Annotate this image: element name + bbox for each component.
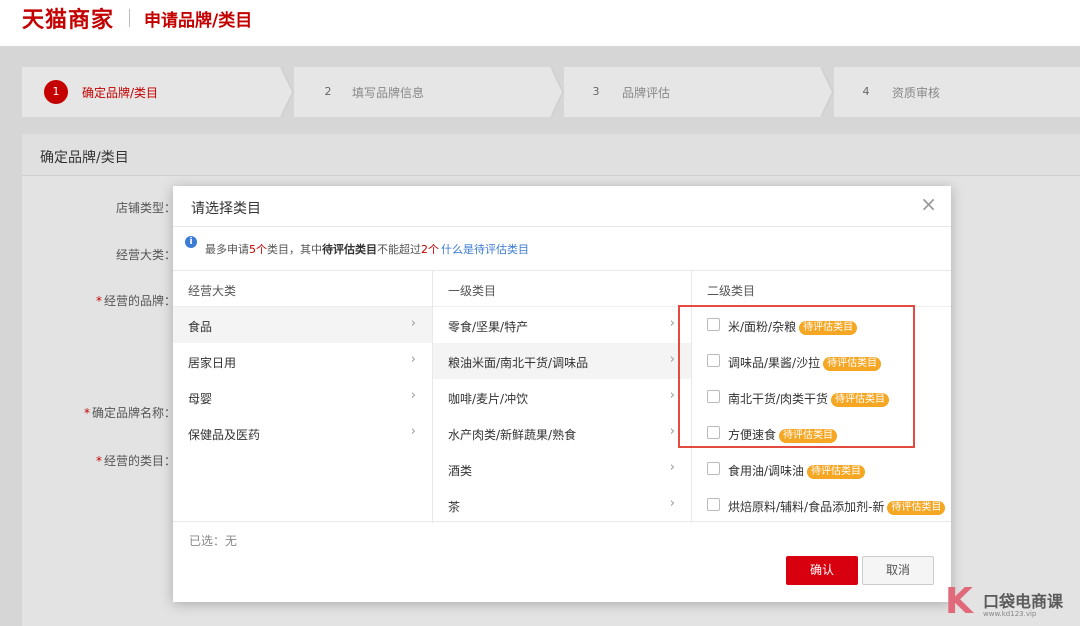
step-1-number: 1: [44, 80, 68, 104]
chevron-right-icon: ›: [669, 424, 675, 439]
step-3: 3 品牌评估: [564, 67, 820, 117]
notice-text: 最多申请5个类目，其中待评估类目不能超过2个: [205, 243, 439, 256]
column-header: 一级类目: [433, 271, 691, 307]
tmall-merchant-logo[interactable]: 天猫商家: [22, 2, 114, 34]
category-checkbox[interactable]: [707, 498, 720, 511]
step-4: 4 资质审核: [834, 67, 1080, 117]
panel-title: 确定品牌/类目: [40, 150, 129, 166]
level1-category-item[interactable]: 粮油米面/南北干货/调味品 ›: [433, 343, 691, 379]
level1-category-item[interactable]: 零食/坚果/特产 ›: [433, 307, 691, 343]
chevron-right-icon: ›: [410, 352, 416, 367]
level1-category-item[interactable]: 水产肉类/新鲜蔬果/熟食 ›: [433, 415, 691, 451]
step-2-label: 填写品牌信息: [352, 86, 425, 100]
step-arrow: [550, 67, 562, 117]
main-category-list: 食品 › 居家日用 › 母婴 › 保健品及医药 ›: [173, 307, 432, 451]
category-checkbox[interactable]: [707, 462, 720, 475]
level2-category-item: 食用油/调味油 待评估类目: [692, 451, 951, 487]
main-category-item[interactable]: 食品 ›: [173, 307, 432, 343]
chevron-right-icon: ›: [410, 316, 416, 331]
page-title: 申请品牌/类目: [144, 11, 253, 31]
cancel-button[interactable]: 取消: [862, 556, 934, 585]
level1-category-item[interactable]: 酒类 ›: [433, 451, 691, 487]
step-arrow: [280, 67, 292, 117]
pending-evaluation-badge: 待评估类目: [807, 465, 866, 479]
category-label: 烘焙原料/辅料/食品添加剂-新: [728, 500, 885, 514]
confirm-button[interactable]: 确认: [786, 556, 858, 585]
level1-category-item[interactable]: 咖啡/麦片/冲饮 ›: [433, 379, 691, 415]
progress-steps: 1 确定品牌/类目 2 填写品牌信息 3 品牌评估 4 资质审核: [22, 67, 1080, 117]
step-3-number: 3: [592, 85, 600, 98]
annotation-highlight-box: [678, 305, 915, 448]
step-1: 1 确定品牌/类目: [22, 67, 280, 117]
step-arrow: [820, 67, 832, 117]
step-2: 2 填写品牌信息: [294, 67, 550, 117]
column-header: 经营大类: [173, 271, 432, 307]
top-header: 天猫商家 申请品牌/类目: [0, 0, 1080, 46]
step-4-number: 4: [862, 85, 870, 98]
chevron-right-icon: ›: [410, 388, 416, 403]
level1-category-column: 一级类目 零食/坚果/特产 › 粮油米面/南北干货/调味品 › 咖啡/麦片/冲饮 › …: [433, 271, 692, 523]
brand-name-label: * 确定品牌名称：: [84, 406, 177, 420]
what-is-pending-category-link[interactable]: 什么是待评估类目: [441, 241, 529, 257]
category-label: * 经营的类目：: [96, 454, 177, 468]
chevron-right-icon: ›: [669, 460, 675, 475]
notice-bar: i 最多申请5个类目，其中待评估类目不能超过2个 什么是待评估类目: [173, 227, 951, 269]
main-category-item[interactable]: 居家日用 ›: [173, 343, 432, 379]
main-category-label: 经营大类：: [116, 248, 177, 262]
info-icon: i: [185, 236, 197, 248]
main-category-item[interactable]: 母婴 ›: [173, 379, 432, 415]
step-3-label: 品牌评估: [622, 86, 671, 100]
category-label: 食用油/调味油: [728, 464, 805, 478]
watermark: K 口袋电商课 www.kd123.vip: [945, 582, 1080, 626]
chevron-right-icon: ›: [669, 496, 675, 511]
modal-title: 请选择类目: [191, 201, 261, 217]
watermark-text: 口袋电商课: [983, 592, 1064, 611]
step-2-number: 2: [324, 85, 332, 98]
chevron-right-icon: ›: [669, 352, 675, 367]
chevron-right-icon: ›: [669, 316, 675, 331]
header-divider: [129, 9, 130, 27]
level1-category-list: 零食/坚果/特产 › 粮油米面/南北干货/调味品 › 咖啡/麦片/冲饮 › 水产肉类/…: [433, 307, 691, 523]
chevron-right-icon: ›: [669, 388, 675, 403]
selected-summary: 已选：无: [189, 534, 238, 548]
watermark-logo: K: [945, 581, 973, 622]
close-icon[interactable]: ×: [920, 194, 937, 214]
chevron-right-icon: ›: [410, 424, 416, 439]
level1-category-item[interactable]: 茶 ›: [433, 487, 691, 523]
shop-type-label: 店铺类型：: [116, 201, 177, 215]
level2-category-item: 烘焙原料/辅料/食品添加剂-新 待评估类目: [692, 487, 951, 523]
pending-evaluation-badge: 待评估类目: [887, 501, 946, 515]
watermark-url: www.kd123.vip: [983, 610, 1037, 618]
step-1-label: 确定品牌/类目: [82, 86, 159, 100]
step-4-label: 资质审核: [892, 86, 941, 100]
brand-label: * 经营的品牌：: [96, 294, 177, 308]
main-category-item[interactable]: 保健品及医药 ›: [173, 415, 432, 451]
main-category-column: 经营大类 食品 › 居家日用 › 母婴 › 保健品及医药 ›: [173, 271, 433, 523]
column-header: 二级类目: [692, 271, 951, 307]
panel-header: 确定品牌/类目: [22, 134, 1080, 176]
